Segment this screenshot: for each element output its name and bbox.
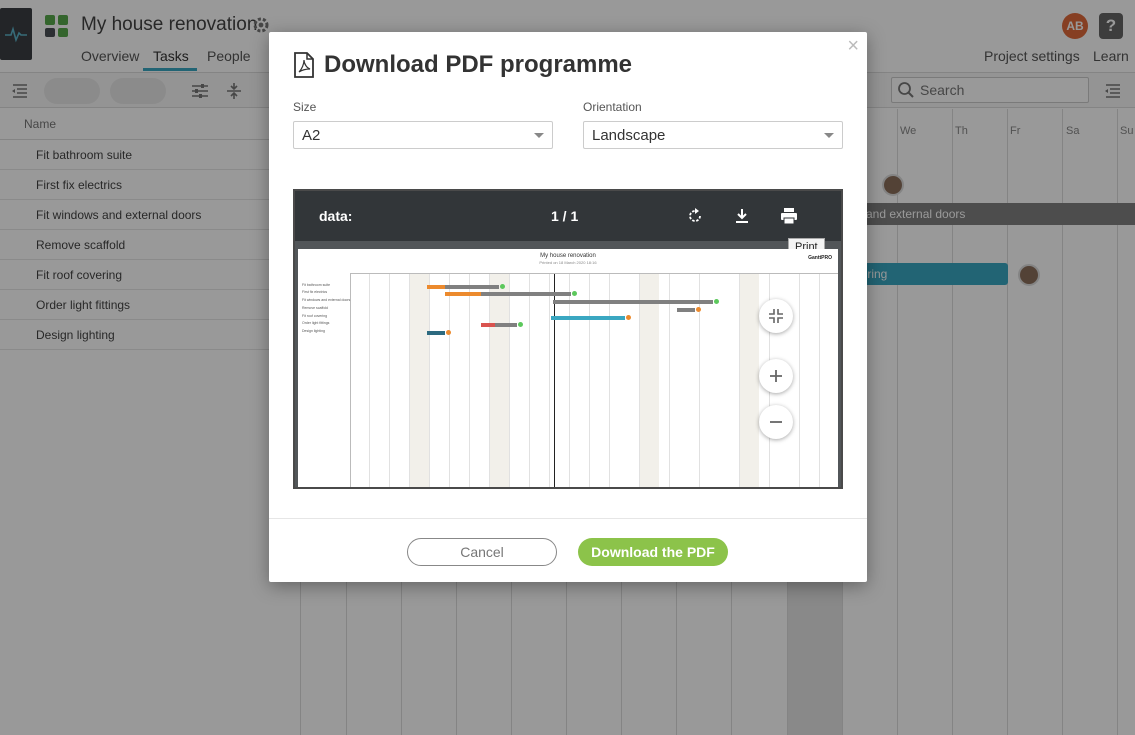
page-indicator: 1 / 1 xyxy=(551,208,579,224)
chevron-down-icon xyxy=(534,133,544,138)
pdf-task-name: Fit windows and external doors xyxy=(302,298,351,302)
pdf-page-subtitle: Printed on 18 March 2020 18:16 xyxy=(539,260,597,265)
fit-page-button[interactable] xyxy=(759,299,793,333)
size-select[interactable]: A2 xyxy=(293,121,553,149)
zoom-out-button[interactable] xyxy=(759,405,793,439)
rotate-icon[interactable] xyxy=(685,206,705,226)
pdf-viewer-toolbar: data: 1 / 1 xyxy=(295,191,841,241)
pdf-file-name: data: xyxy=(319,208,353,224)
pdf-task-name: Remove scaffold xyxy=(302,306,329,310)
minus-icon xyxy=(770,421,782,423)
zoom-in-button[interactable] xyxy=(759,359,793,393)
dialog-title: Download PDF programme xyxy=(324,51,633,78)
pdf-preview-viewer: data: 1 / 1 Print My house renovation Pr… xyxy=(293,189,843,489)
dialog-footer: Cancel Download the PDF xyxy=(269,518,867,582)
pdf-page-logo: GanttPRO xyxy=(808,255,832,261)
fit-to-page-icon xyxy=(769,309,783,323)
plus-icon xyxy=(770,370,782,382)
size-label: Size xyxy=(293,100,317,114)
orientation-select[interactable]: Landscape xyxy=(583,121,843,149)
cancel-button[interactable]: Cancel xyxy=(407,538,557,566)
orientation-select-value: Landscape xyxy=(592,127,666,144)
pdf-task-name: First fix electrics xyxy=(302,290,328,294)
pdf-task-name: Order light fittings xyxy=(302,321,330,325)
pdf-task-name: Fit bathroom suite xyxy=(302,283,331,287)
download-pdf-dialog: × Download PDF programme Size A2 Orienta… xyxy=(269,32,867,582)
download-pdf-button[interactable]: Download the PDF xyxy=(578,538,728,566)
pdf-task-name: Design lighting xyxy=(302,329,325,333)
pdf-page-title: My house renovation xyxy=(540,253,596,259)
pdf-page-preview: My house renovation Printed on 18 March … xyxy=(298,249,838,487)
close-icon[interactable]: × xyxy=(847,36,859,56)
download-icon[interactable] xyxy=(732,206,752,226)
orientation-label: Orientation xyxy=(583,100,642,114)
pdf-file-icon xyxy=(294,52,314,78)
chevron-down-icon xyxy=(824,133,834,138)
pdf-task-name: Fit roof covering xyxy=(302,314,328,318)
size-select-value: A2 xyxy=(302,127,321,144)
print-icon[interactable] xyxy=(779,206,799,226)
